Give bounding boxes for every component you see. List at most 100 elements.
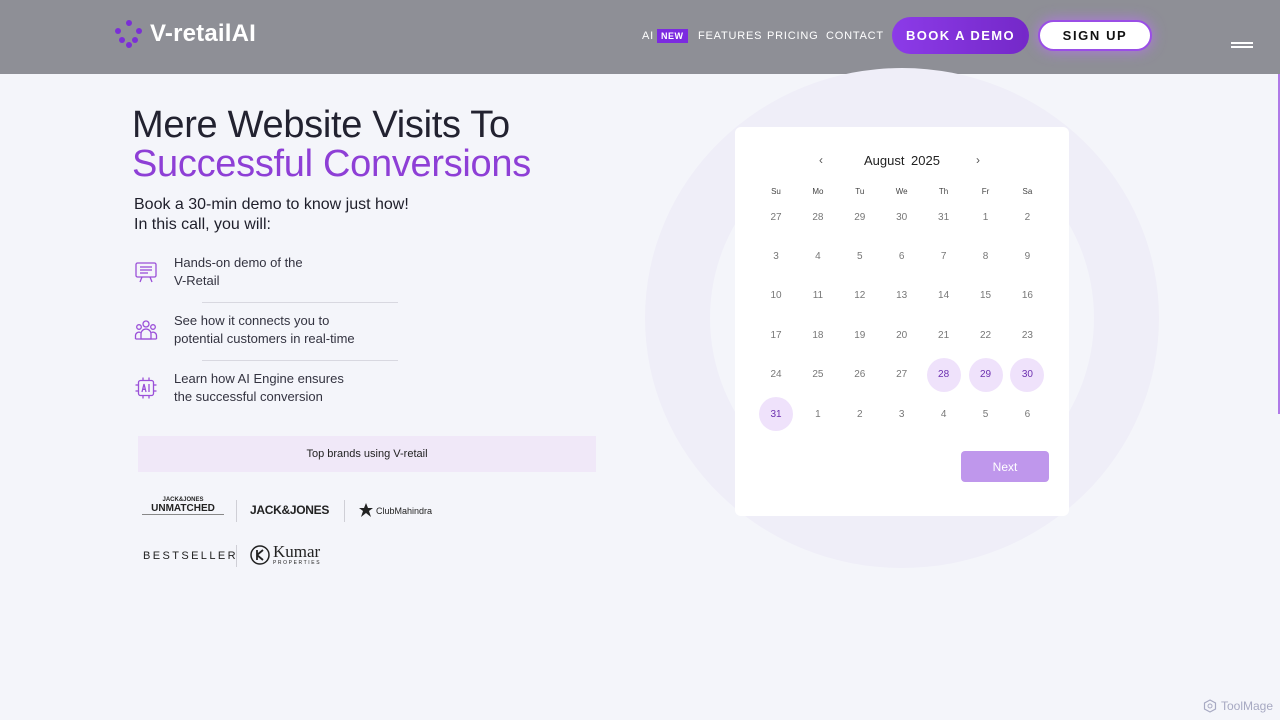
users-group-icon: [134, 320, 158, 340]
book-demo-button[interactable]: BOOK A DEMO: [892, 17, 1029, 54]
brand-logo-clubmahindra: ClubMahindra: [358, 502, 432, 520]
divider: [202, 360, 398, 361]
weekday-label: Th: [938, 187, 949, 196]
calendar-day[interactable]: 1: [969, 200, 1003, 234]
feature-line: Hands-on demo of the: [174, 255, 303, 270]
calendar-day[interactable]: 31: [927, 200, 961, 234]
weekday-label: Tu: [855, 187, 865, 196]
calendar-day[interactable]: 12: [843, 279, 877, 313]
calendar-day[interactable]: 27: [885, 358, 919, 392]
calendar-day[interactable]: 30: [885, 200, 919, 234]
title-line-1: Mere Website Visits To: [132, 104, 510, 146]
brand-logo[interactable]: V-retailAI: [114, 19, 256, 49]
calendar-day[interactable]: 5: [843, 239, 877, 273]
calendar-day[interactable]: 11: [801, 279, 835, 313]
subtitle-line-1: Book a 30-min demo to know just how!: [134, 196, 409, 213]
feature-text: Learn how AI Engine ensures the successf…: [174, 370, 344, 406]
brand-text: ClubMahindra: [376, 506, 433, 516]
leaf-logo-icon: [359, 503, 373, 517]
calendar-day[interactable]: 17: [759, 318, 793, 352]
calendar-day[interactable]: 1: [801, 397, 835, 431]
brand-logo-jackjones: JACK&JONES: [250, 503, 330, 517]
calendar-day[interactable]: 3: [759, 239, 793, 273]
feature-text: See how it connects you to potential cus…: [174, 312, 355, 348]
hamburger-menu-icon[interactable]: [1231, 42, 1253, 50]
calendar-year: 2025: [911, 153, 940, 168]
title-line-2: Successful Conversions: [132, 143, 531, 185]
calendar-day[interactable]: 2: [843, 397, 877, 431]
feature-item-demo: Hands-on demo of the V-Retail: [134, 254, 303, 290]
brand-text: UNMATCHED: [142, 503, 224, 515]
calendar-day[interactable]: 9: [1010, 239, 1044, 273]
calendar-day[interactable]: 10: [759, 279, 793, 313]
page-title: Mere Website Visits To Successful Conver…: [132, 106, 531, 184]
brand-separator: [236, 545, 237, 567]
calendar-day[interactable]: 25: [801, 358, 835, 392]
nav-ai[interactable]: AI NEW: [642, 29, 688, 43]
calendar-day[interactable]: 24: [759, 358, 793, 392]
calendar-day[interactable]: 2: [1010, 200, 1044, 234]
logo-icon: [114, 19, 144, 49]
brand-logo-unmatched: JACK&JONES UNMATCHED: [142, 497, 224, 523]
calendar-day[interactable]: 20: [885, 318, 919, 352]
presentation-board-icon: [135, 262, 157, 283]
new-badge: NEW: [657, 29, 688, 43]
feature-line: See how it connects you to: [174, 313, 330, 328]
weekday-label: Fr: [981, 187, 990, 196]
weekday-label: We: [895, 187, 908, 196]
feature-line: potential customers in real-time: [174, 331, 355, 346]
calendar-day[interactable]: 29: [968, 357, 1003, 392]
calendar-day[interactable]: 18: [801, 318, 835, 352]
kumar-emblem-icon: [250, 545, 270, 565]
brand-text: PROPERTIES: [273, 560, 322, 566]
calendar-day[interactable]: 21: [927, 318, 961, 352]
feature-line: the successful conversion: [174, 389, 323, 404]
brands-heading: Top brands using V-retail: [138, 436, 596, 472]
calendar-day[interactable]: 28: [801, 200, 835, 234]
calendar-day[interactable]: 6: [885, 239, 919, 273]
calendar-day[interactable]: 19: [843, 318, 877, 352]
calendar-day[interactable]: 4: [801, 239, 835, 273]
calendar-day[interactable]: 4: [927, 397, 961, 431]
calendar-day[interactable]: 30: [1010, 357, 1045, 392]
nav-features[interactable]: FEATURES: [698, 30, 762, 42]
calendar-day[interactable]: 16: [1010, 279, 1044, 313]
calendar-day[interactable]: 28: [926, 357, 961, 392]
calendar-day[interactable]: 26: [843, 358, 877, 392]
calendar-next-button[interactable]: Next: [961, 451, 1049, 482]
feature-text: Hands-on demo of the V-Retail: [174, 254, 303, 290]
feature-line: Learn how AI Engine ensures: [174, 371, 344, 386]
nav-contact[interactable]: CONTACT: [826, 30, 884, 42]
calendar-day[interactable]: 8: [969, 239, 1003, 273]
brand-text: Kumar: [273, 542, 321, 561]
calendar-day[interactable]: 23: [1010, 318, 1044, 352]
calendar-day[interactable]: 13: [885, 279, 919, 313]
calendar-day[interactable]: 5: [969, 397, 1003, 431]
brand-name: V-retailAI: [150, 20, 257, 47]
calendar-day[interactable]: 3: [885, 397, 919, 431]
prev-month-button[interactable]: ‹: [819, 153, 823, 167]
calendar-day[interactable]: 15: [969, 279, 1003, 313]
calendar-month: August: [864, 153, 905, 168]
ai-chip-icon: [135, 377, 157, 399]
nav-ai-label: AI: [642, 30, 654, 42]
feature-line: V-Retail: [174, 273, 220, 288]
weekday-label: Sa: [1022, 187, 1033, 196]
calendar-day[interactable]: 14: [927, 279, 961, 313]
weekday-label: Mo: [812, 187, 824, 196]
divider: [202, 302, 398, 303]
next-month-button[interactable]: ›: [976, 153, 980, 167]
calendar-day[interactable]: 29: [843, 200, 877, 234]
watermark: ToolMage: [1203, 699, 1273, 713]
nav-pricing[interactable]: PRICING: [767, 30, 818, 42]
calendar-day[interactable]: 27: [759, 200, 793, 234]
calendar-day[interactable]: 6: [1010, 397, 1044, 431]
hero-subtitle: Book a 30-min demo to know just how! In …: [134, 195, 409, 235]
weekday-label: Su: [771, 187, 781, 196]
brand-logo-bestseller: BESTSELLER: [143, 550, 238, 562]
calendar-day[interactable]: 22: [969, 318, 1003, 352]
calendar-day[interactable]: 31: [759, 397, 793, 431]
brand-logo-kumar: Kumar PROPERTIES: [250, 542, 322, 566]
sign-up-button[interactable]: SIGN UP: [1038, 20, 1152, 51]
calendar-day[interactable]: 7: [927, 239, 961, 273]
